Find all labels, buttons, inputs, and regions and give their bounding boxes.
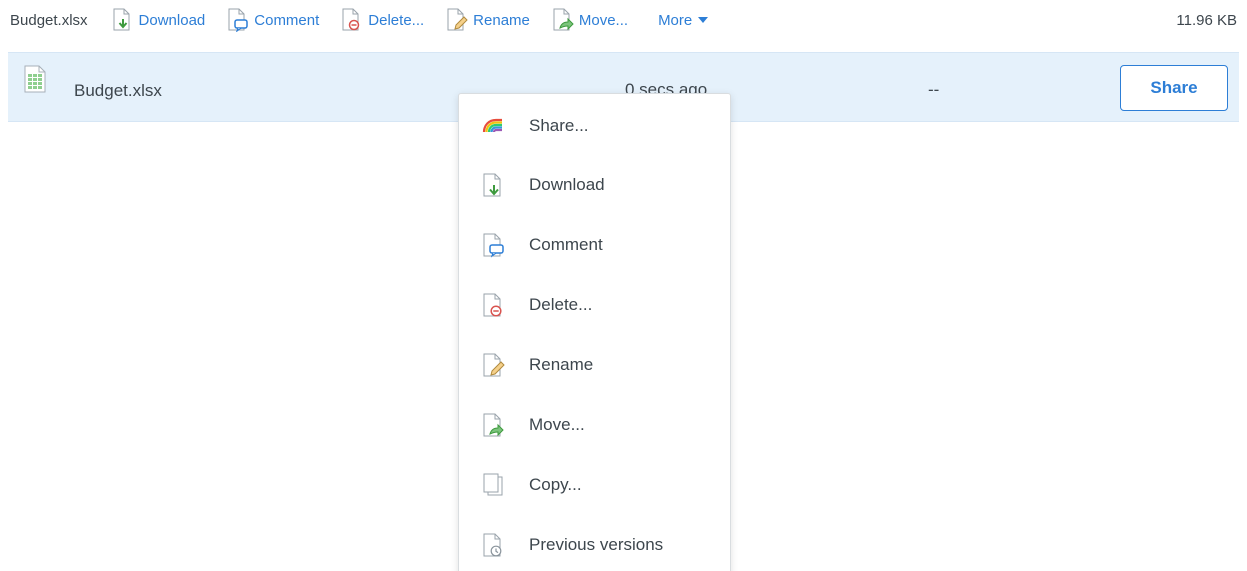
toolbar-move-button[interactable]: Move...: [552, 8, 628, 32]
selected-file-name: Budget.xlsx: [10, 11, 88, 29]
menu-item-comment[interactable]: Comment: [459, 217, 730, 273]
toolbar-comment-label: Comment: [254, 11, 320, 29]
menu-item-previous-versions-label: Previous versions: [529, 535, 664, 554]
menu-item-share-label: Share...: [529, 116, 589, 135]
share-button[interactable]: Share: [1120, 65, 1228, 111]
toolbar-more-label: More: [658, 11, 693, 29]
menu-item-delete-label: Delete...: [529, 295, 593, 314]
toolbar-comment-button[interactable]: Comment: [227, 8, 319, 32]
file-browser: Budget.xlsx Download Comment Delete... R…: [0, 0, 1247, 571]
comment-icon: [228, 8, 249, 32]
context-menu: Share... Download Comment Delete... Rena…: [458, 93, 731, 571]
copy-icon: [483, 473, 503, 496]
toolbar-move-label: Move...: [578, 11, 629, 29]
share-rainbow-icon: [482, 118, 502, 133]
menu-item-copy-label: Copy...: [529, 475, 582, 494]
toolbar-rename-button[interactable]: Rename: [446, 8, 530, 32]
menu-item-download[interactable]: Download: [459, 157, 730, 213]
menu-item-previous-versions[interactable]: Previous versions: [459, 517, 730, 571]
toolbar-delete-button[interactable]: Delete...: [341, 8, 424, 32]
previous-versions-icon: [483, 533, 502, 557]
menu-item-share[interactable]: Share...: [459, 98, 730, 154]
menu-item-delete[interactable]: Delete...: [459, 277, 730, 333]
rename-icon: [483, 353, 505, 377]
toolbar-delete-label: Delete...: [368, 11, 425, 29]
delete-icon: [342, 8, 360, 31]
file-size: 11.96 KB: [1176, 11, 1237, 29]
menu-item-rename[interactable]: Rename: [459, 337, 730, 393]
comment-icon: [483, 233, 504, 258]
caret-down-icon: [698, 17, 709, 23]
shared-with: --: [928, 80, 940, 99]
toolbar-download-button[interactable]: Download: [112, 8, 206, 32]
menu-item-download-label: Download: [529, 175, 605, 194]
move-icon: [553, 8, 574, 31]
toolbar-rename-label: Rename: [473, 11, 530, 29]
spreadsheet-file-icon: [24, 65, 46, 93]
file-action-toolbar: Budget.xlsx Download Comment Delete... R…: [0, 0, 1247, 40]
menu-item-rename-label: Rename: [529, 355, 594, 374]
delete-icon: [483, 293, 502, 317]
menu-item-copy[interactable]: Copy...: [459, 457, 730, 513]
toolbar-more-dropdown[interactable]: More: [658, 11, 709, 29]
download-icon: [113, 8, 130, 31]
rename-icon: [447, 8, 468, 31]
file-name[interactable]: Budget.xlsx: [74, 81, 162, 101]
download-icon: [483, 173, 501, 197]
move-icon: [483, 413, 504, 437]
menu-item-move[interactable]: Move...: [459, 397, 730, 453]
menu-item-move-label: Move...: [529, 415, 585, 434]
toolbar-download-label: Download: [138, 11, 206, 29]
menu-item-comment-label: Comment: [529, 235, 603, 254]
